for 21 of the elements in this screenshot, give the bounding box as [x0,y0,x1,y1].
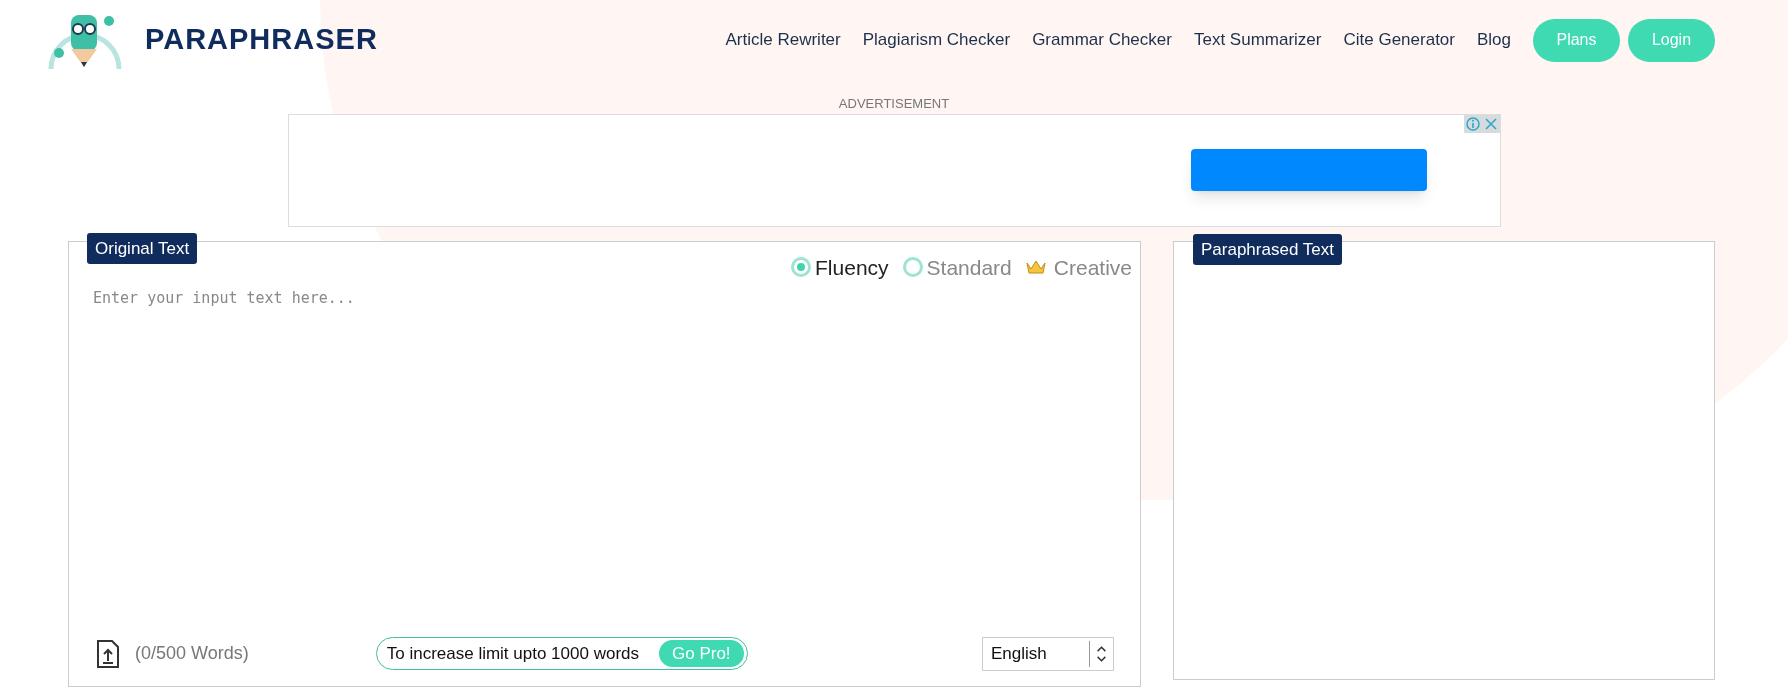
upload-file-icon[interactable] [95,638,121,669]
radio-button[interactable] [791,257,812,278]
promo-text: To increase limit upto 1000 words [386,642,639,665]
panel-title: Paraphrased Text [1193,233,1342,265]
mode-option[interactable]: Standard [902,251,1012,283]
radio-button[interactable] [902,257,923,278]
nav-link[interactable]: Blog [1476,27,1511,53]
language-select[interactable]: English [982,636,1114,671]
panel-title: Original Text [87,232,198,264]
nav-link[interactable]: Plagiarism Checker [862,27,1011,53]
mode-option[interactable]: Creative [1025,251,1132,283]
nav-link[interactable]: Text Summarizer [1193,27,1322,53]
brand-name[interactable]: PARAPHRASER [145,18,378,62]
mode-option[interactable]: Fluency [791,251,889,283]
nav-link[interactable]: Grammar Checker [1032,27,1172,53]
nav-link[interactable]: Cite Generator [1343,27,1455,53]
word-count: (0/500 Words) [135,642,249,665]
ad-label: ADVERTISEMENT [838,95,950,113]
info-icon[interactable] [1463,114,1482,133]
nav-link[interactable]: Article Rewriter [725,27,841,53]
close-icon[interactable] [1481,114,1500,133]
